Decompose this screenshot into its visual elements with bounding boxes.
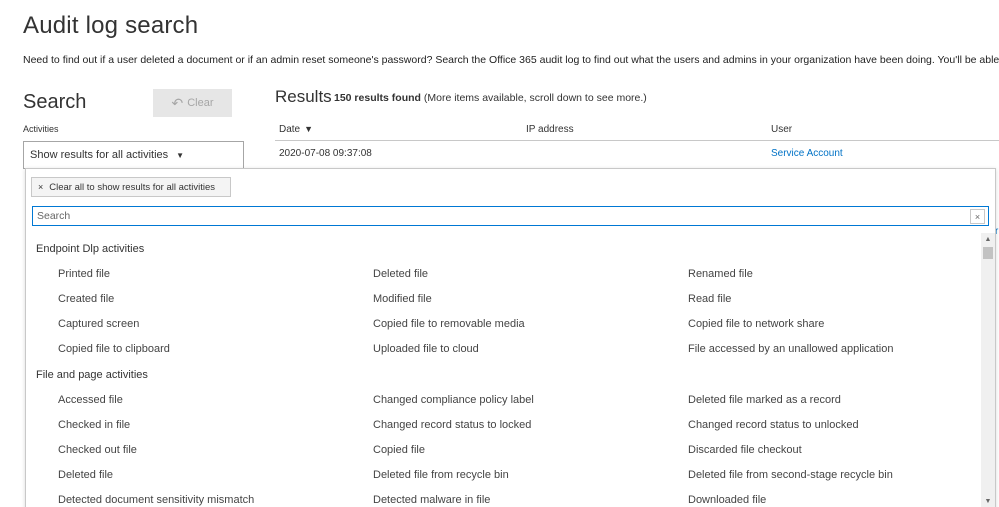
clear-all-chip-label: Clear all to show results for all activi… — [49, 181, 216, 193]
close-icon[interactable]: × — [38, 182, 43, 192]
row-date: 2020-07-08 09:37:08 — [279, 148, 372, 159]
column-header-user[interactable]: User — [771, 124, 792, 135]
page-title: Audit log search — [23, 12, 199, 39]
row-user-link[interactable]: Service Account — [771, 148, 843, 159]
sort-descending-icon: ▼ — [304, 124, 314, 134]
activity-group-title[interactable]: File and page activities — [36, 369, 148, 381]
activity-option[interactable]: Deleted file marked as a record — [688, 394, 841, 406]
results-count: 150 results found (More items available,… — [334, 92, 647, 104]
intro-text: Need to find out if a user deleted a doc… — [23, 54, 999, 66]
activity-option[interactable]: Printed file — [58, 268, 110, 280]
scroll-down-icon[interactable]: ▼ — [981, 495, 995, 507]
activity-option[interactable]: Checked out file — [58, 444, 137, 456]
activity-option[interactable]: Discarded file checkout — [688, 444, 802, 456]
activity-group-title[interactable]: Endpoint Dlp activities — [36, 243, 144, 255]
column-header-date-label: Date — [279, 124, 301, 135]
activity-option[interactable]: Read file — [688, 293, 731, 305]
activity-option[interactable]: Copied file to clipboard — [58, 343, 170, 355]
activities-dropdown-panel: × Clear all to show results for all acti… — [25, 168, 996, 507]
activity-option[interactable]: Changed record status to locked — [373, 419, 531, 431]
column-header-ip[interactable]: IP address — [526, 124, 574, 135]
scroll-thumb[interactable] — [983, 247, 993, 259]
search-clear-icon[interactable]: × — [970, 209, 985, 224]
activity-list: Endpoint Dlp activities Printed file Delet… — [26, 237, 981, 507]
activity-option[interactable]: Detected document sensitivity mismatch — [58, 494, 254, 506]
activity-option[interactable]: Deleted file — [58, 469, 113, 481]
results-count-value: 150 results found — [334, 92, 421, 104]
activities-label: Activities — [23, 124, 59, 134]
activity-option[interactable]: Detected malware in file — [373, 494, 490, 506]
activity-option[interactable]: Captured screen — [58, 318, 139, 330]
activity-option[interactable]: Deleted file — [373, 268, 428, 280]
chevron-down-icon: ▼ — [176, 150, 185, 160]
scroll-up-icon[interactable]: ▲ — [981, 233, 995, 245]
table-row[interactable]: 2020-07-08 09:37:08 Service Account — [275, 141, 999, 167]
activity-option[interactable]: Deleted file from recycle bin — [373, 469, 509, 481]
results-heading: Results — [275, 87, 332, 106]
activity-option[interactable]: Downloaded file — [688, 494, 766, 506]
activity-option[interactable]: Accessed file — [58, 394, 123, 406]
activity-option[interactable]: Modified file — [373, 293, 432, 305]
activity-option[interactable]: Changed record status to unlocked — [688, 419, 859, 431]
activity-option[interactable]: Uploaded file to cloud — [373, 343, 479, 355]
activity-option[interactable]: Created file — [58, 293, 114, 305]
results-note: (More items available, scroll down to se… — [423, 92, 647, 104]
clear-button-label: Clear — [187, 97, 214, 109]
search-heading: Search — [23, 91, 87, 113]
results-table-header: Date ▼ IP address User — [275, 120, 999, 141]
activity-option[interactable]: Copied file to network share — [688, 318, 824, 330]
activity-search-input[interactable] — [32, 206, 989, 226]
clear-button[interactable]: ↶ Clear — [153, 89, 232, 117]
activity-option[interactable]: Copied file — [373, 444, 425, 456]
undo-icon: ↶ — [171, 95, 184, 111]
activity-option[interactable]: Renamed file — [688, 268, 753, 280]
column-header-date[interactable]: Date ▼ — [279, 124, 313, 135]
clear-all-chip[interactable]: × Clear all to show results for all acti… — [31, 177, 231, 197]
activity-option[interactable]: Checked in file — [58, 419, 130, 431]
activities-select[interactable]: Show results for all activities ▼ — [23, 141, 244, 169]
activity-option[interactable]: Copied file to removable media — [373, 318, 525, 330]
audit-log-page: Audit log search Need to find out if a u… — [0, 0, 999, 507]
activity-option[interactable]: Deleted file from second-stage recycle b… — [688, 469, 893, 481]
scrollbar[interactable]: ▲ ▼ — [981, 233, 995, 507]
activities-select-value: Show results for all activities — [30, 149, 169, 161]
activity-option[interactable]: File accessed by an unallowed applicatio… — [688, 343, 893, 355]
activity-option[interactable]: Changed compliance policy label — [373, 394, 534, 406]
